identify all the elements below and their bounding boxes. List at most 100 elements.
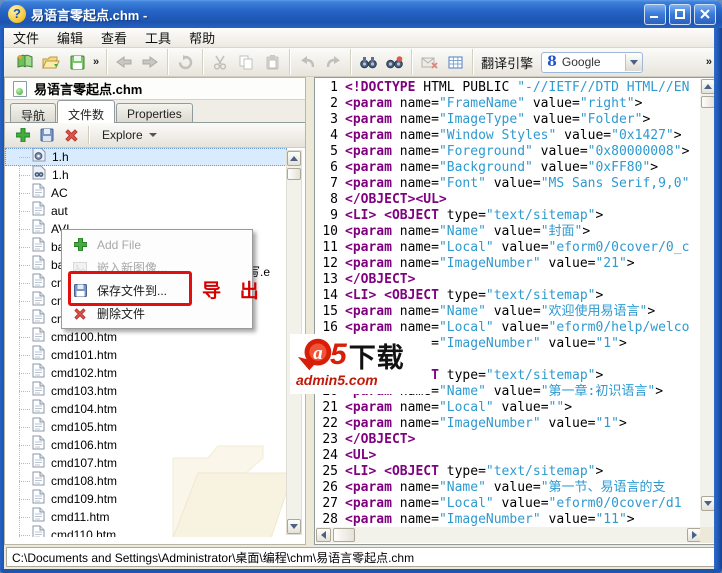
code-scroll-up-icon[interactable] [701, 79, 715, 94]
tree-tick [19, 372, 30, 374]
scrollbar-thumb[interactable] [287, 168, 301, 180]
code-line: 23 </OBJECT> [315, 432, 701, 448]
grid-icon[interactable] [442, 50, 468, 74]
file-row[interactable]: cmd109.htm [5, 489, 305, 508]
menu-文件[interactable]: 文件 [4, 26, 48, 49]
tree-tick [19, 336, 30, 338]
file-row[interactable]: cmd101.htm [5, 345, 305, 364]
tree-tick [19, 462, 30, 464]
line-number: 4 [330, 128, 338, 143]
save-file-icon[interactable] [64, 50, 90, 74]
scroll-down-icon[interactable] [287, 519, 301, 534]
menu-编辑[interactable]: 编辑 [48, 26, 92, 49]
code-scrollbar-thumb[interactable] [701, 96, 715, 108]
chm-file-icon [13, 80, 27, 97]
add-file-button[interactable] [11, 124, 35, 146]
line-number: 7 [330, 176, 338, 191]
file-row[interactable]: AC [5, 183, 305, 202]
doc-icon [32, 399, 45, 419]
file-label: 1.h [52, 150, 69, 164]
file-row[interactable]: cmd107.htm [5, 453, 305, 472]
line-number: 28 [322, 512, 338, 527]
code-line: 22 <param name="ImageNumber" value="1"> [315, 416, 701, 432]
tree-tick [19, 498, 30, 500]
search-files-icon[interactable] [381, 50, 407, 74]
menubar: 文件 编辑 查看 工具 帮助 [4, 28, 718, 48]
paste-icon[interactable] [259, 50, 285, 74]
open-file-icon[interactable] [38, 50, 64, 74]
cut-icon[interactable] [207, 50, 233, 74]
doc-icon [32, 237, 45, 257]
file-label: cmd107.htm [51, 456, 118, 470]
file-row[interactable]: cmd108.htm [5, 471, 305, 490]
undo-icon[interactable] [294, 50, 320, 74]
line-number: 9 [330, 208, 338, 223]
code-area[interactable]: 1 <!DOCTYPE HTML PUBLIC "-//IETF//DTD HTM… [315, 78, 701, 528]
file-row[interactable]: aut [5, 201, 305, 220]
explore-dropdown-button[interactable]: Explore [94, 125, 165, 145]
new-chm-icon[interactable] [12, 50, 38, 74]
line-number: 13 [322, 272, 338, 287]
copy-icon[interactable] [233, 50, 259, 74]
find-icon[interactable] [355, 50, 381, 74]
code-horizontal-scrollbar[interactable] [316, 527, 702, 543]
code-hscrollbar-thumb[interactable] [333, 528, 355, 542]
file-row[interactable]: 1.h [5, 148, 287, 166]
code-scroll-left-icon[interactable] [316, 528, 331, 542]
file-row[interactable]: cmd100.htm [5, 327, 305, 346]
toolbar-separator [88, 126, 89, 144]
code-line: 28 <param name="ImageNumber" value="11"> [315, 512, 701, 528]
line-number: 15 [322, 304, 338, 319]
app-help-icon: ? [8, 5, 26, 23]
tree-tick [19, 156, 30, 158]
forward-icon[interactable] [137, 50, 163, 74]
window-border-bottom [0, 569, 722, 573]
site-watermark: a 5 下载 admin5.com [290, 334, 431, 394]
file-row[interactable]: cmd106.htm [5, 435, 305, 454]
close-button[interactable] [694, 3, 716, 25]
doc-icon [32, 255, 45, 275]
file-row[interactable]: cmd103.htm [5, 381, 305, 401]
file-row[interactable]: cmd11.htm [5, 507, 305, 526]
code-line: 21 <param name="Local" value=""> [315, 400, 701, 416]
minimize-button[interactable] [644, 3, 666, 25]
file-row[interactable]: cmd102.htm [5, 363, 305, 382]
toolbar-overflow-right-icon[interactable]: » [706, 56, 712, 68]
send-mail-icon[interactable] [416, 50, 442, 74]
code-line: 24 <UL> [315, 448, 701, 464]
redo-icon[interactable] [320, 50, 346, 74]
menu-帮助[interactable]: 帮助 [180, 26, 224, 49]
tree-tick [19, 246, 30, 248]
code-line: 4 <param name="Window Styles" value="0x14… [315, 128, 701, 144]
svg-text:a: a [313, 343, 323, 364]
explore-label: Explore [102, 128, 143, 142]
tree-tick [19, 228, 30, 230]
file-row[interactable]: cmd110.htm [5, 525, 305, 537]
menu-查看[interactable]: 查看 [92, 26, 136, 49]
engine-dropdown-arrow-icon[interactable] [625, 53, 643, 71]
file-row[interactable]: 1.h [5, 165, 305, 184]
menu-工具[interactable]: 工具 [136, 26, 180, 49]
tab-文件数[interactable]: 文件数 [57, 100, 116, 123]
scroll-up-icon[interactable] [287, 151, 301, 166]
refresh-icon[interactable] [172, 50, 198, 74]
tab-Properties[interactable]: Properties [116, 103, 193, 122]
back-icon[interactable] [111, 50, 137, 74]
file-row[interactable]: cmd104.htm [5, 399, 305, 419]
window-title: 易语言零起点.chm - [31, 7, 148, 23]
toolbar-group [290, 49, 352, 75]
file-label: cmd108.htm [51, 474, 118, 488]
delete-file-button[interactable] [59, 124, 83, 146]
code-line: 12 <param name="ImageNumber" value="21"> [315, 256, 701, 272]
line-number: 3 [330, 112, 338, 127]
save-files-button[interactable] [35, 124, 59, 146]
maximize-button[interactable] [669, 3, 691, 25]
panel-splitter[interactable] [306, 77, 314, 545]
toolbar-overflow-icon[interactable]: » [90, 56, 102, 68]
tab-导航[interactable]: 导航 [10, 103, 57, 123]
translate-engine-select[interactable]: 8 Google [541, 51, 644, 73]
doc-icon [32, 381, 45, 401]
code-line: 2 <param name="FrameName" value="right"> [315, 96, 701, 112]
file-row[interactable]: cmd105.htm [5, 417, 305, 436]
code-scroll-down-icon[interactable] [701, 496, 715, 511]
